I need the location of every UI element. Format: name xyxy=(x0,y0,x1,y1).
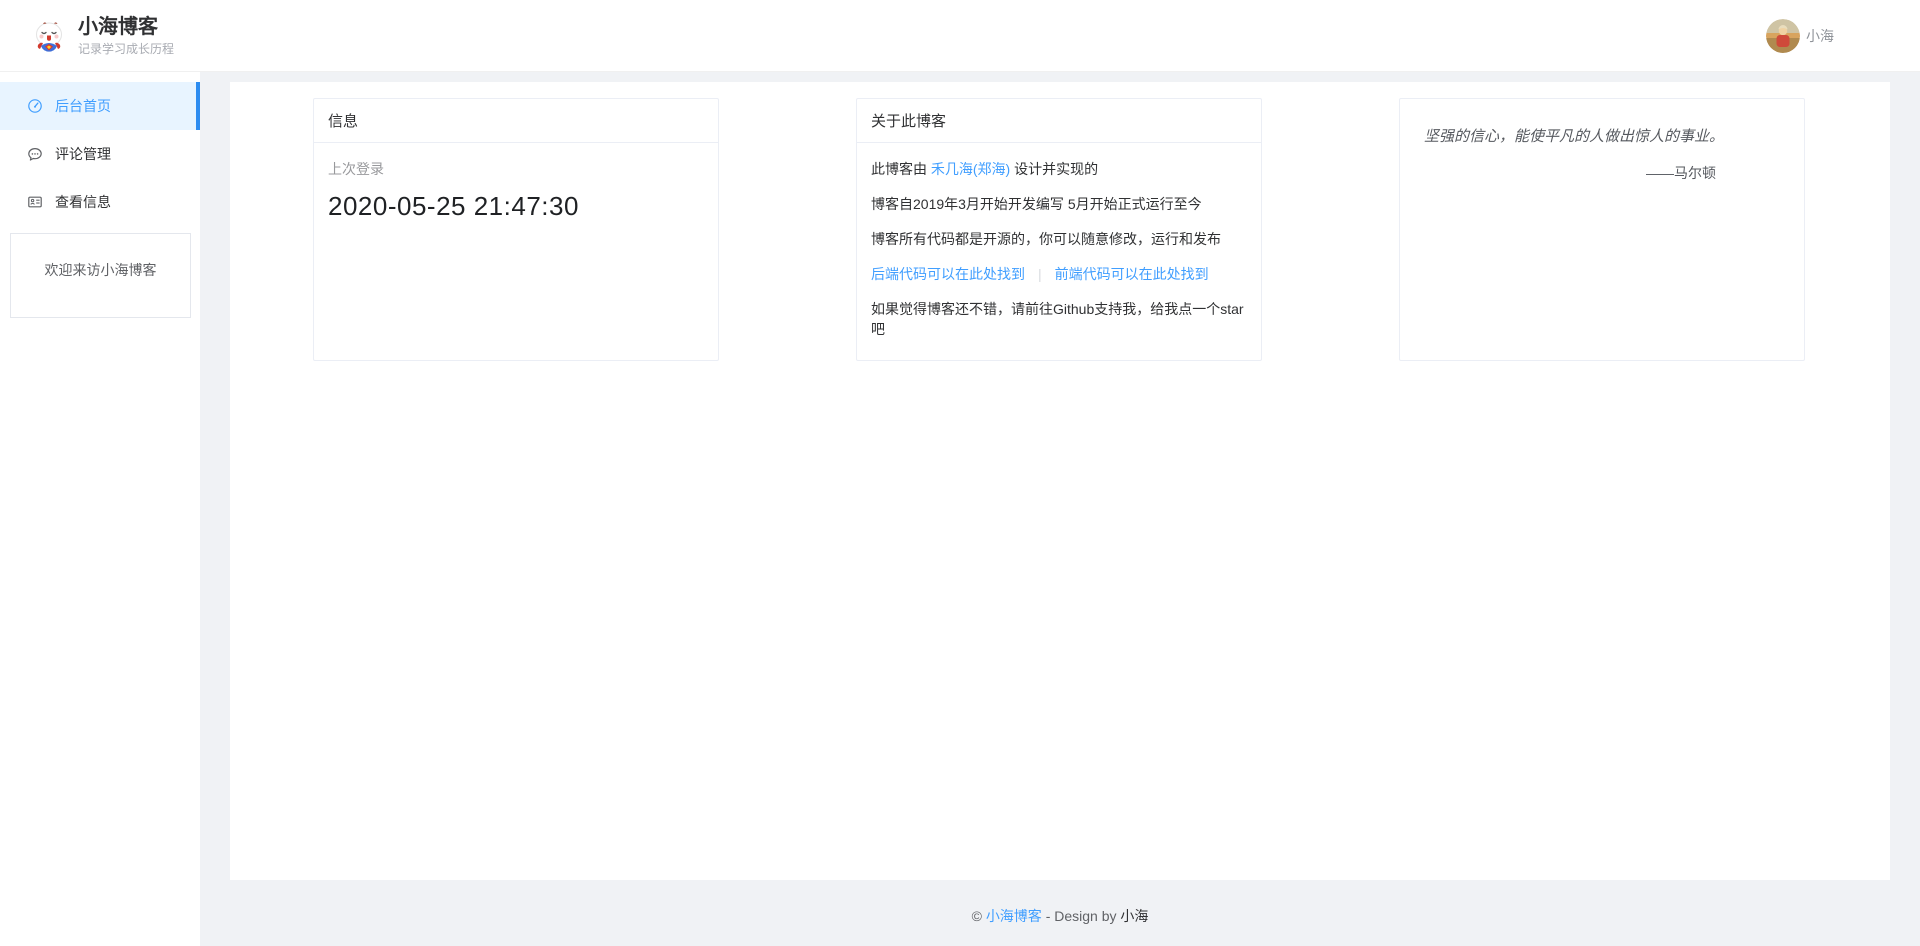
backend-code-link[interactable]: 后端代码可以在此处找到 xyxy=(871,266,1025,282)
info-card-title: 信息 xyxy=(314,99,718,143)
footer-author: 小海 xyxy=(1120,908,1148,924)
last-login-label: 上次登录 xyxy=(328,159,704,179)
sidebar-menu: 后台首页 评论管理 查看信息 xyxy=(0,72,200,226)
quote-text: 坚强的信心，能使平凡的人做出惊人的事业。 xyxy=(1424,126,1780,147)
about-line-author-prefix: 此博客由 xyxy=(871,161,931,177)
info-card-body: 上次登录 2020-05-25 21:47:30 xyxy=(314,143,718,238)
brand-text: 小海博客 记录学习成长历程 xyxy=(78,15,174,57)
user-name[interactable]: 小海 xyxy=(1806,26,1834,46)
footer-site-link[interactable]: 小海博客 xyxy=(986,908,1042,924)
user-avatar[interactable] xyxy=(1766,19,1800,53)
sidebar-item-label: 查看信息 xyxy=(55,192,111,212)
sidebar-item-info[interactable]: 查看信息 xyxy=(0,178,200,226)
footer-middle-text: - Design by xyxy=(1042,908,1121,924)
about-card: 关于此博客 此博客由 禾几海(郑海) 设计并实现的 博客自2019年3月开始开发… xyxy=(856,98,1262,361)
main-content: 信息 上次登录 2020-05-25 21:47:30 关于此博客 此博客由 禾… xyxy=(230,82,1890,880)
sidebar: 后台首页 评论管理 查看信息 欢迎来访小海博客 xyxy=(0,72,200,946)
last-login-time: 2020-05-25 21:47:30 xyxy=(328,191,704,222)
about-card-body: 此博客由 禾几海(郑海) 设计并实现的 博客自2019年3月开始开发编写 5月开… xyxy=(857,143,1261,355)
welcome-box: 欢迎来访小海博客 xyxy=(10,233,191,318)
footer-copyright: © xyxy=(972,908,986,924)
id-card-icon xyxy=(27,194,43,210)
cards-row: 信息 上次登录 2020-05-25 21:47:30 关于此博客 此博客由 禾… xyxy=(313,98,1806,361)
info-card: 信息 上次登录 2020-05-25 21:47:30 xyxy=(313,98,719,361)
site-subtitle: 记录学习成长历程 xyxy=(78,41,174,57)
brand: 小海博客 记录学习成长历程 xyxy=(32,15,174,57)
footer: © 小海博客 - Design by 小海 xyxy=(230,880,1890,946)
sidebar-item-label: 后台首页 xyxy=(55,96,111,116)
sidebar-item-comments[interactable]: 评论管理 xyxy=(0,130,200,178)
quote-author: ——马尔顿 xyxy=(1424,163,1780,183)
about-line-history: 博客自2019年3月开始开发编写 5月开始正式运行至今 xyxy=(871,194,1247,214)
about-card-title: 关于此博客 xyxy=(857,99,1261,143)
frontend-code-link[interactable]: 前端代码可以在此处找到 xyxy=(1055,266,1209,282)
user-menu[interactable]: 小海 xyxy=(1766,19,1834,53)
about-line-opensource: 博客所有代码都是开源的，你可以随意修改，运行和发布 xyxy=(871,229,1247,249)
quote-card-body: 坚强的信心，能使平凡的人做出惊人的事业。 ——马尔顿 xyxy=(1400,99,1804,210)
about-line-author: 此博客由 禾几海(郑海) 设计并实现的 xyxy=(871,159,1247,179)
sidebar-item-label: 评论管理 xyxy=(55,144,111,164)
site-logo-icon xyxy=(32,19,66,53)
about-line-code-links: 后端代码可以在此处找到 | 前端代码可以在此处找到 xyxy=(871,264,1247,284)
comment-icon xyxy=(27,146,43,162)
about-line-star: 如果觉得博客还不错，请前往Github支持我，给我点一个star吧 xyxy=(871,299,1247,339)
about-line-author-suffix: 设计并实现的 xyxy=(1010,161,1098,177)
links-separator: | xyxy=(1038,266,1042,282)
sidebar-item-dashboard[interactable]: 后台首页 xyxy=(0,82,200,130)
author-link[interactable]: 禾几海(郑海) xyxy=(931,161,1010,177)
top-header: 小海博客 记录学习成长历程 小海 xyxy=(0,0,1920,72)
dashboard-icon xyxy=(27,98,43,114)
site-title: 小海博客 xyxy=(78,15,174,39)
quote-card: 坚强的信心，能使平凡的人做出惊人的事业。 ——马尔顿 xyxy=(1399,98,1805,361)
